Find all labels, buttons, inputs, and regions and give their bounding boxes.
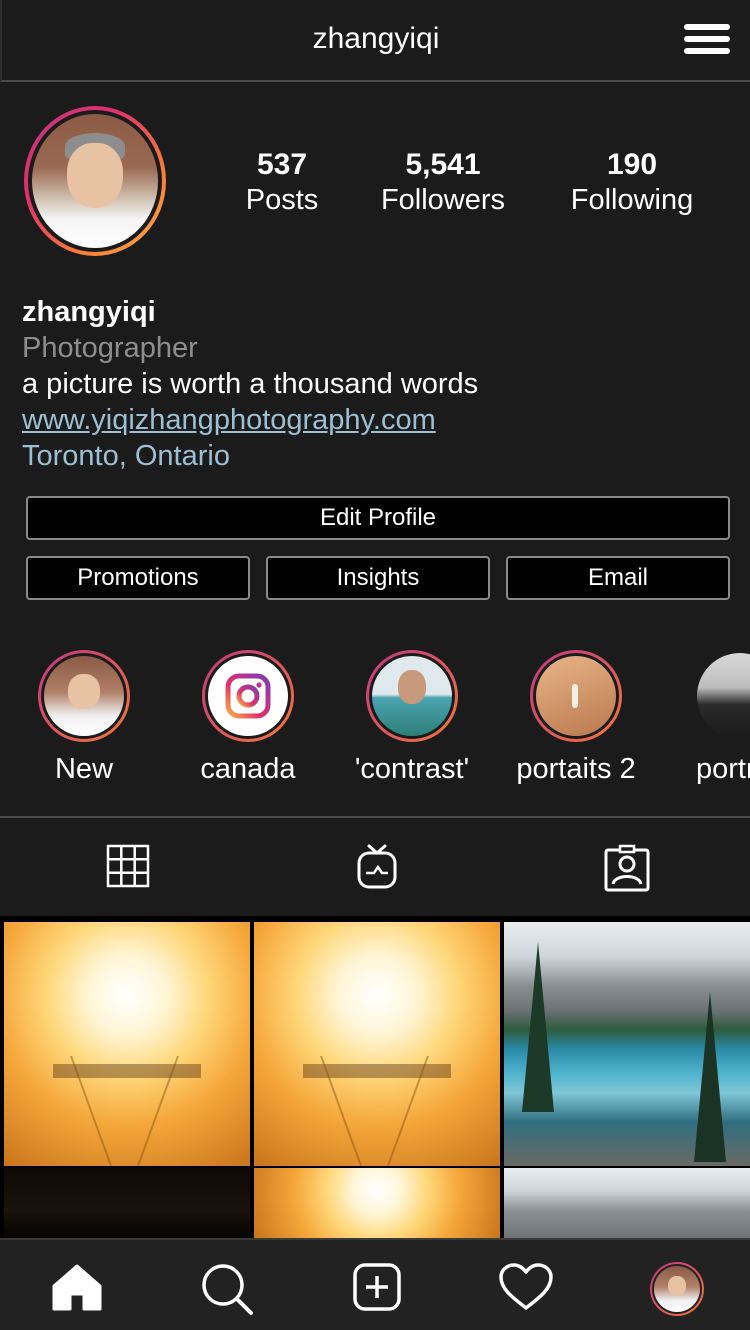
- bottom-navigation: [0, 1238, 750, 1330]
- location-link[interactable]: Toronto, Ontario: [22, 438, 478, 474]
- grid-photo[interactable]: [254, 922, 500, 1166]
- posts-count: 537: [256, 148, 308, 181]
- activity-heart-icon[interactable]: [498, 1262, 554, 1312]
- followers-label: Followers: [380, 184, 506, 216]
- highlight-contrast[interactable]: 'contrast': [355, 650, 469, 785]
- posts-stat[interactable]: 537 Posts: [236, 148, 328, 218]
- highlight-new[interactable]: New: [38, 650, 130, 785]
- highlight-label: portaits 2: [516, 753, 636, 785]
- insights-button[interactable]: Insights: [266, 556, 490, 600]
- highlight-label: 'contrast': [354, 753, 470, 785]
- highlight-label: canada: [200, 753, 296, 785]
- edit-profile-button[interactable]: Edit Profile: [26, 496, 730, 540]
- profile-photo: [32, 114, 158, 248]
- highlight-portr[interactable]: portr: [694, 650, 750, 785]
- email-button[interactable]: Email: [506, 556, 730, 600]
- followers-count: 5,541: [405, 148, 481, 181]
- grid-photo[interactable]: [504, 922, 750, 1166]
- instagram-logo-icon: [225, 673, 271, 719]
- hamburger-menu-icon[interactable]: [684, 24, 730, 58]
- grid-icon[interactable]: [106, 844, 150, 888]
- highlight-canada[interactable]: canada: [200, 650, 296, 785]
- profile-bio: zhangyiqi Photographer a picture is wort…: [22, 294, 478, 474]
- search-icon[interactable]: [200, 1262, 254, 1316]
- grid-photo[interactable]: [504, 1168, 750, 1240]
- tagged-photos-icon[interactable]: [604, 844, 650, 892]
- followers-stat[interactable]: 5,541 Followers: [370, 148, 516, 218]
- highlight-label: New: [54, 753, 114, 785]
- home-icon[interactable]: [50, 1262, 104, 1312]
- profile-tab-avatar[interactable]: [650, 1262, 704, 1316]
- profile-tabs: [0, 816, 750, 920]
- highlight-label: portr: [696, 753, 750, 785]
- profile-avatar[interactable]: [24, 106, 166, 256]
- website-link[interactable]: www.yiqizhangphotography.com: [22, 402, 478, 438]
- grid-photo[interactable]: [254, 1168, 500, 1240]
- page-title: zhangyiqi: [312, 22, 440, 55]
- profile-name: zhangyiqi: [22, 296, 156, 328]
- photo-grid: [0, 920, 750, 1240]
- following-count: 190: [606, 148, 658, 181]
- following-label: Following: [570, 184, 694, 216]
- following-stat[interactable]: 190 Following: [560, 148, 704, 218]
- promotions-button[interactable]: Promotions: [26, 556, 250, 600]
- highlight-portaits-2[interactable]: portaits 2: [516, 650, 636, 785]
- add-post-icon[interactable]: [352, 1262, 402, 1312]
- bio-text: a picture is worth a thousand words: [22, 368, 479, 400]
- grid-photo[interactable]: [4, 922, 250, 1166]
- posts-label: Posts: [245, 184, 319, 216]
- profile-category: Photographer: [22, 332, 198, 364]
- igtv-icon[interactable]: [356, 844, 398, 890]
- top-bar: zhangyiqi: [0, 0, 750, 82]
- grid-photo[interactable]: [4, 1168, 250, 1240]
